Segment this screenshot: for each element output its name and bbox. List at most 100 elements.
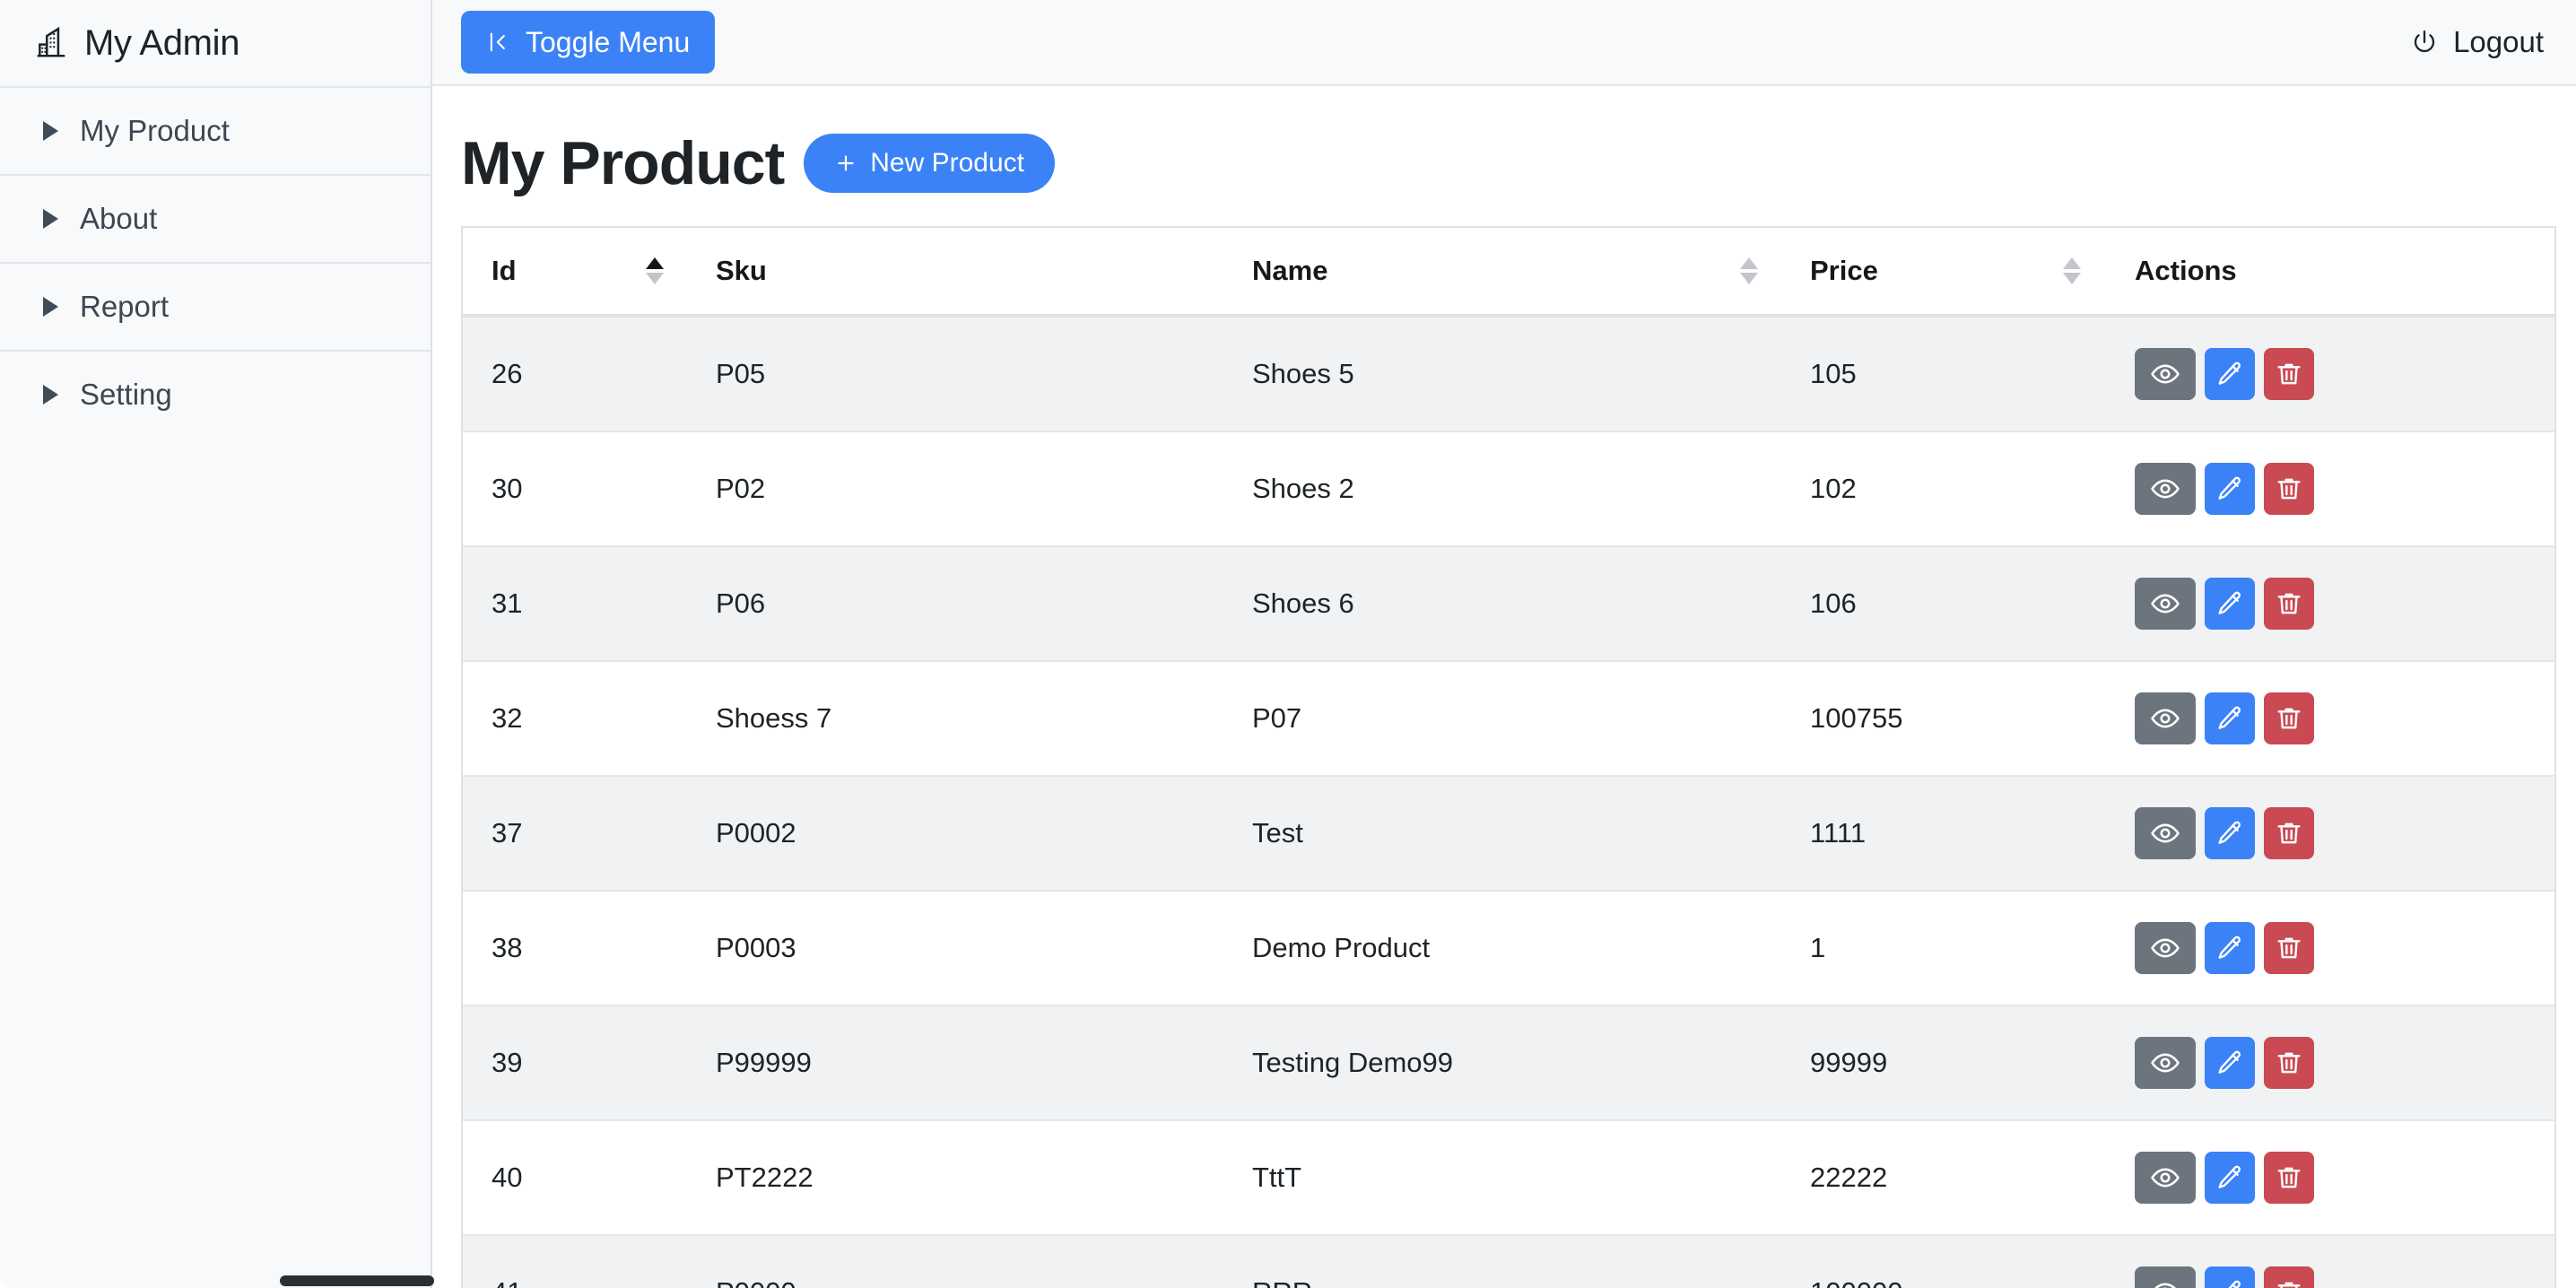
delete-button[interactable] (2264, 922, 2314, 974)
sidebar-item-my-product[interactable]: My Product (0, 86, 431, 174)
view-button[interactable] (2135, 348, 2196, 400)
edit-button[interactable] (2205, 692, 2255, 744)
sort-indicator-name[interactable] (1740, 257, 1758, 284)
delete-button[interactable] (2264, 1152, 2314, 1204)
cell-id: 32 (463, 661, 687, 777)
delete-button[interactable] (2264, 1037, 2314, 1089)
sidebar-item-about[interactable]: About (0, 174, 431, 262)
logout-label: Logout (2453, 25, 2544, 58)
eye-icon (2150, 588, 2180, 619)
cell-actions (2104, 1120, 2554, 1236)
row-actions (2135, 922, 2554, 974)
sidebar-item-label: My Product (80, 114, 230, 147)
cell-price: 106 (1781, 546, 2104, 662)
new-product-label: New Product (870, 148, 1024, 178)
plus-icon (834, 152, 857, 175)
column-header-name[interactable]: Name (1225, 228, 1781, 318)
view-button[interactable] (2135, 1152, 2196, 1204)
delete-button[interactable] (2264, 463, 2314, 515)
delete-button[interactable] (2264, 348, 2314, 400)
column-header-sku[interactable]: Sku (687, 228, 1225, 318)
edit-button[interactable] (2205, 1037, 2255, 1089)
edit-button[interactable] (2205, 807, 2255, 859)
building-icon (34, 26, 68, 60)
column-header-price[interactable]: Price (1781, 228, 2104, 318)
view-button[interactable] (2135, 578, 2196, 630)
sort-indicator-price[interactable] (2063, 257, 2081, 284)
delete-button[interactable] (2264, 807, 2314, 859)
delete-button[interactable] (2264, 1266, 2314, 1288)
eye-icon (2150, 818, 2180, 849)
table-header-row: Id Sku Name Price Actions (463, 228, 2554, 318)
view-button[interactable] (2135, 807, 2196, 859)
cell-price: 1 (1781, 891, 2104, 1006)
cell-name: Shoes 6 (1225, 546, 1781, 662)
view-button[interactable] (2135, 463, 2196, 515)
cell-id: 38 (463, 891, 687, 1006)
pencil-icon (2215, 1049, 2244, 1077)
trash-icon (2275, 589, 2303, 618)
view-button[interactable] (2135, 922, 2196, 974)
cell-name: RRR (1225, 1235, 1781, 1288)
logout-button[interactable]: Logout (2410, 25, 2544, 59)
cell-price: 102 (1781, 431, 2104, 547)
delete-button[interactable] (2264, 692, 2314, 744)
page-header: My Product New Product (461, 133, 2554, 194)
cell-price: 22222 (1781, 1120, 2104, 1236)
column-header-id[interactable]: Id (463, 228, 687, 318)
pencil-icon (2215, 1163, 2244, 1192)
edit-button[interactable] (2205, 348, 2255, 400)
sidebar-item-report[interactable]: Report (0, 262, 431, 350)
scrollbar-thumb[interactable] (280, 1275, 434, 1286)
table-row: 38 P0003 Demo Product 1 (463, 891, 2554, 1006)
delete-button[interactable] (2264, 578, 2314, 630)
page-title: My Product (461, 129, 785, 197)
toggle-menu-button[interactable]: Toggle Menu (461, 11, 716, 74)
cell-sku: P99999 (687, 1005, 1225, 1121)
row-actions (2135, 1152, 2554, 1204)
eye-icon (2150, 1048, 2180, 1078)
brand[interactable]: My Admin (0, 0, 431, 86)
trash-icon (2275, 474, 2303, 503)
pencil-icon (2215, 934, 2244, 962)
cell-name: Shoes 2 (1225, 431, 1781, 547)
edit-button[interactable] (2205, 578, 2255, 630)
eye-icon (2150, 359, 2180, 389)
trash-icon (2275, 1049, 2303, 1077)
table-row: 37 P0002 Test 1111 (463, 776, 2554, 892)
view-button[interactable] (2135, 1266, 2196, 1288)
topbar: Toggle Menu Logout (432, 0, 2576, 86)
new-product-button[interactable]: New Product (804, 134, 1055, 193)
sidebar-item-label: Setting (80, 378, 172, 411)
cell-actions (2104, 316, 2554, 432)
cell-actions (2104, 1005, 2554, 1121)
table-row: 31 P06 Shoes 6 106 (463, 546, 2554, 662)
edit-button[interactable] (2205, 1152, 2255, 1204)
caret-right-icon (43, 121, 58, 141)
edit-button[interactable] (2205, 1266, 2255, 1288)
table-row: 41P0000RRR100000 (463, 1235, 2554, 1288)
eye-icon (2150, 1162, 2180, 1193)
pencil-icon (2215, 704, 2244, 733)
edit-button[interactable] (2205, 463, 2255, 515)
view-button[interactable] (2135, 1037, 2196, 1089)
products-table: Id Sku Name Price Actions 26 P05 Shoes 5… (463, 228, 2554, 1288)
chevron-left-bar-icon (486, 29, 511, 56)
cell-actions (2104, 431, 2554, 547)
cell-actions (2104, 661, 2554, 777)
sidebar-item-setting[interactable]: Setting (0, 350, 431, 438)
row-actions (2135, 578, 2554, 630)
cell-name: Test (1225, 776, 1781, 892)
trash-icon (2275, 1278, 2303, 1288)
sort-indicator-id[interactable] (646, 257, 664, 284)
row-actions (2135, 807, 2554, 859)
horizontal-scrollbar[interactable] (0, 1274, 434, 1288)
admin-app-window: My Admin My Product About Report Setting (0, 0, 2576, 1288)
edit-button[interactable] (2205, 922, 2255, 974)
cell-actions (2104, 546, 2554, 662)
column-label-actions: Actions (2135, 255, 2237, 286)
cell-price: 99999 (1781, 1005, 2104, 1121)
cell-name: P07 (1225, 661, 1781, 777)
cell-sku: P0002 (687, 776, 1225, 892)
view-button[interactable] (2135, 692, 2196, 744)
